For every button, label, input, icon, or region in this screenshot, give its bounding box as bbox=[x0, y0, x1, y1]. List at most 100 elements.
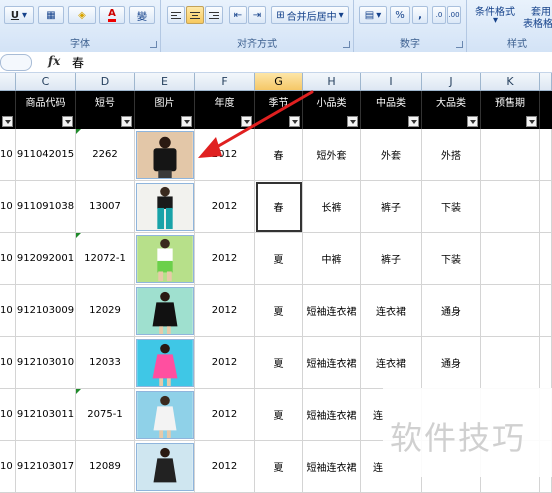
cell-l[interactable] bbox=[540, 181, 552, 233]
insert-function-icon[interactable]: fx bbox=[48, 54, 60, 68]
cell-big-cat[interactable]: 下装 bbox=[422, 181, 481, 233]
cell-code[interactable]: 912092001 bbox=[16, 233, 76, 285]
cell-year[interactable]: 2012 bbox=[195, 233, 255, 285]
column-header-K[interactable]: K bbox=[481, 73, 540, 91]
cell-mid-cat[interactable]: 裤子 bbox=[361, 233, 422, 285]
align-right-button[interactable] bbox=[205, 6, 223, 24]
formula-input[interactable]: 春 bbox=[72, 54, 84, 71]
cell-small-cat[interactable]: 短袖连衣裙 bbox=[303, 441, 361, 493]
cell-season[interactable]: 春 bbox=[255, 129, 303, 181]
percent-button[interactable]: % bbox=[390, 6, 410, 24]
cell-picture[interactable] bbox=[135, 181, 195, 233]
cell-year[interactable]: 2012 bbox=[195, 389, 255, 441]
cell-season[interactable]: 夏 bbox=[255, 285, 303, 337]
align-left-button[interactable] bbox=[167, 6, 185, 24]
cell-short[interactable]: 2075-1 bbox=[76, 389, 135, 441]
cell-b[interactable]: 10 bbox=[0, 337, 16, 389]
cell-presale[interactable] bbox=[481, 129, 540, 181]
filter-dropdown-icon[interactable] bbox=[408, 116, 419, 127]
cell-season[interactable]: 夏 bbox=[255, 233, 303, 285]
cell-picture[interactable] bbox=[135, 389, 195, 441]
cell-mid-cat[interactable]: 连衣裙 bbox=[361, 285, 422, 337]
cell-year[interactable]: 2012 bbox=[195, 441, 255, 493]
column-header-L[interactable] bbox=[540, 73, 552, 91]
merge-center-button[interactable]: ⊞ 合并后居中 ▾ bbox=[271, 6, 349, 24]
cell-b[interactable]: 10 bbox=[0, 389, 16, 441]
cell-l[interactable] bbox=[540, 129, 552, 181]
name-box[interactable] bbox=[0, 54, 32, 71]
cell-b[interactable]: 10 bbox=[0, 441, 16, 493]
cell-big-cat[interactable]: 下装 bbox=[422, 233, 481, 285]
cell-presale[interactable] bbox=[481, 337, 540, 389]
cell-small-cat[interactable]: 短袖连衣裙 bbox=[303, 337, 361, 389]
column-header-D[interactable]: D bbox=[76, 73, 135, 91]
product-photo[interactable] bbox=[136, 183, 194, 231]
column-header-H[interactable]: H bbox=[303, 73, 361, 91]
cell-small-cat[interactable]: 长裤 bbox=[303, 181, 361, 233]
cell-year[interactable]: 2012 bbox=[195, 285, 255, 337]
filter-dropdown-icon[interactable] bbox=[62, 116, 73, 127]
cell-code[interactable]: 911042015 bbox=[16, 129, 76, 181]
cell-season[interactable]: 夏 bbox=[255, 389, 303, 441]
filter-dropdown-icon[interactable] bbox=[2, 116, 13, 127]
column-header-B[interactable] bbox=[0, 73, 16, 91]
filter-dropdown-icon[interactable] bbox=[181, 116, 192, 127]
cell-short[interactable]: 13007 bbox=[76, 181, 135, 233]
cell-code[interactable]: 912103011 bbox=[16, 389, 76, 441]
cell-year[interactable]: 2012 bbox=[195, 129, 255, 181]
filter-dropdown-icon[interactable] bbox=[467, 116, 478, 127]
cell-presale[interactable] bbox=[481, 285, 540, 337]
product-photo[interactable] bbox=[136, 339, 194, 387]
cell-short[interactable]: 2262 bbox=[76, 129, 135, 181]
underline-button[interactable]: U ▾ bbox=[4, 6, 34, 24]
cell-picture[interactable] bbox=[135, 337, 195, 389]
cell-small-cat[interactable]: 短袖连衣裙 bbox=[303, 285, 361, 337]
product-photo[interactable] bbox=[136, 443, 194, 491]
cell-season[interactable]: 夏 bbox=[255, 337, 303, 389]
cell-l[interactable] bbox=[540, 285, 552, 337]
border-button[interactable]: ▦ bbox=[38, 6, 64, 24]
decrease-indent-button[interactable]: ⇤ bbox=[229, 6, 247, 24]
cell-big-cat[interactable]: 通身 bbox=[422, 285, 481, 337]
dialog-launcher-icon[interactable] bbox=[343, 41, 350, 48]
cell-big-cat[interactable]: 通身 bbox=[422, 337, 481, 389]
cell-picture[interactable] bbox=[135, 233, 195, 285]
cell-code[interactable]: 912103010 bbox=[16, 337, 76, 389]
cell-code[interactable]: 912103009 bbox=[16, 285, 76, 337]
cell-picture[interactable] bbox=[135, 441, 195, 493]
cell-b[interactable]: 10 bbox=[0, 233, 16, 285]
cell-picture[interactable] bbox=[135, 285, 195, 337]
cell-b[interactable]: 10 bbox=[0, 285, 16, 337]
column-header-C[interactable]: C bbox=[16, 73, 76, 91]
cell-b[interactable]: 10 bbox=[0, 181, 16, 233]
cell-season[interactable]: 夏 bbox=[255, 441, 303, 493]
filter-dropdown-icon[interactable] bbox=[121, 116, 132, 127]
phonetic-button[interactable]: 變 bbox=[129, 6, 155, 24]
dialog-launcher-icon[interactable] bbox=[456, 41, 463, 48]
align-center-button[interactable] bbox=[186, 6, 204, 24]
cell-short[interactable]: 12029 bbox=[76, 285, 135, 337]
filter-dropdown-icon[interactable] bbox=[526, 116, 537, 127]
cell-small-cat[interactable]: 短袖连衣裙 bbox=[303, 389, 361, 441]
cell-presale[interactable] bbox=[481, 233, 540, 285]
dropdown-icon[interactable]: ▾ bbox=[493, 15, 498, 26]
cell-season-selected[interactable]: 春 bbox=[255, 181, 303, 233]
cell-small-cat[interactable]: 中裤 bbox=[303, 233, 361, 285]
cell-presale[interactable] bbox=[481, 181, 540, 233]
accounting-format-button[interactable]: ▤ ▾ bbox=[359, 6, 387, 24]
increase-indent-button[interactable]: ⇥ bbox=[248, 6, 266, 24]
cell-big-cat[interactable]: 外搭 bbox=[422, 129, 481, 181]
cell-short[interactable]: 12072-1 bbox=[76, 233, 135, 285]
product-photo[interactable] bbox=[136, 391, 194, 439]
column-header-G[interactable]: G bbox=[255, 73, 303, 91]
column-header-E[interactable]: E bbox=[135, 73, 195, 91]
product-photo[interactable] bbox=[136, 287, 194, 335]
filter-dropdown-icon[interactable] bbox=[347, 116, 358, 127]
dialog-launcher-icon[interactable] bbox=[150, 41, 157, 48]
cell-b[interactable]: 10 bbox=[0, 129, 16, 181]
comma-button[interactable]: , bbox=[412, 6, 428, 24]
column-header-I[interactable]: I bbox=[361, 73, 422, 91]
product-photo[interactable] bbox=[136, 131, 194, 179]
fill-color-button[interactable]: ◈ bbox=[68, 6, 96, 24]
cell-mid-cat[interactable]: 裤子 bbox=[361, 181, 422, 233]
